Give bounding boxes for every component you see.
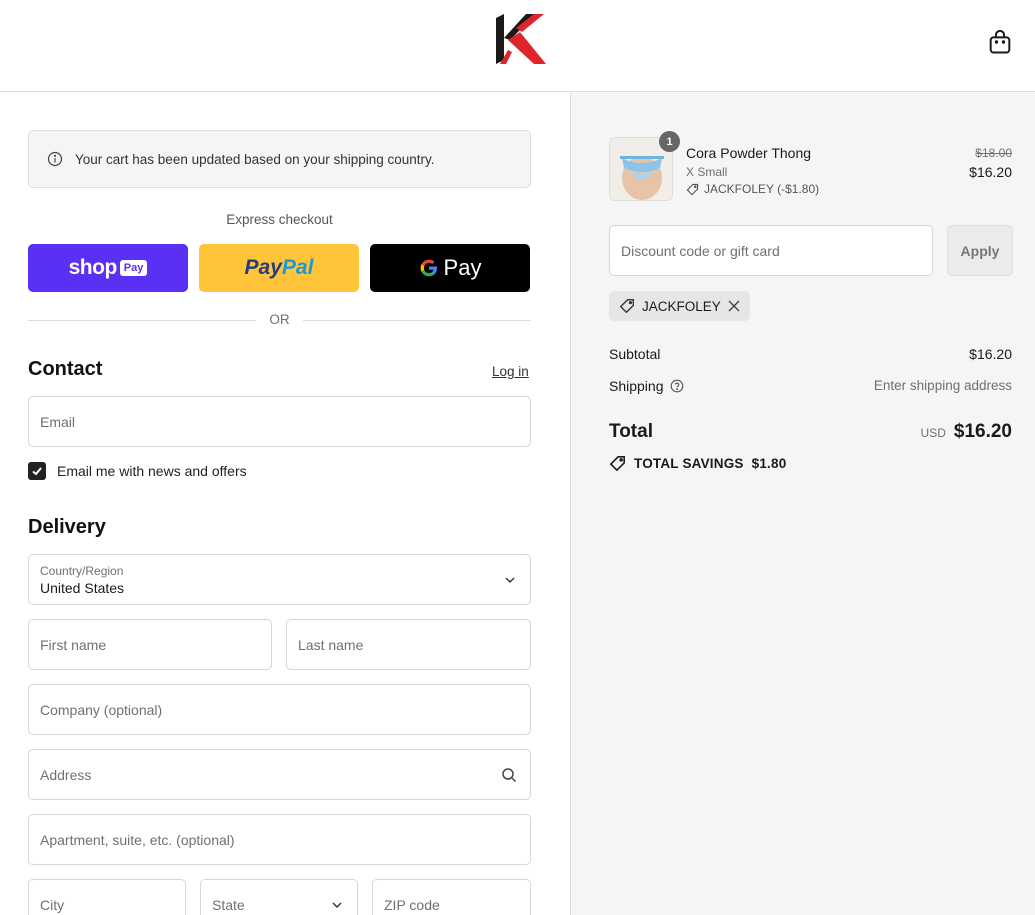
total-value: USD $16.20 bbox=[921, 421, 1012, 443]
product-discount: JACKFOLEY (-$1.80) bbox=[686, 182, 819, 196]
express-checkout-label: Express checkout bbox=[226, 212, 333, 227]
total-amount: $16.20 bbox=[953, 421, 1012, 442]
shop-pay-wordmark: shop bbox=[68, 256, 118, 279]
header bbox=[0, 0, 1035, 92]
quantity-badge: 1 bbox=[659, 131, 680, 152]
banner-text: Your cart has been updated based on your… bbox=[75, 151, 435, 167]
brand-logo-icon[interactable] bbox=[490, 10, 548, 68]
applied-code-chip: JACKFOLEY bbox=[609, 291, 750, 321]
newsletter-label: Email me with news and offers bbox=[57, 463, 247, 479]
discount-code-input[interactable] bbox=[621, 242, 932, 259]
total-savings: TOTAL SAVINGS $1.80 bbox=[609, 455, 786, 472]
company-field[interactable] bbox=[28, 684, 531, 735]
checkmark-icon bbox=[32, 467, 42, 476]
discount-code-field[interactable] bbox=[609, 225, 933, 276]
newsletter-checkbox[interactable] bbox=[28, 462, 46, 480]
or-divider: OR bbox=[28, 310, 531, 330]
shipping-value: Enter shipping address bbox=[873, 378, 1012, 393]
delivery-heading: Delivery bbox=[28, 516, 106, 538]
total-label: Total bbox=[609, 421, 653, 442]
tag-icon bbox=[686, 183, 699, 195]
order-summary: 1 Cora Powder Thong X Small JACKFOLEY (-… bbox=[570, 92, 1035, 915]
country-select[interactable]: Country/Region United States bbox=[28, 554, 531, 605]
shop-pay-badge: Pay bbox=[119, 260, 148, 276]
google-pay-button[interactable]: Pay bbox=[370, 244, 530, 292]
address-input[interactable] bbox=[40, 766, 530, 783]
or-text: OR bbox=[269, 312, 290, 327]
company-input[interactable] bbox=[40, 701, 530, 718]
applied-code-label: JACKFOLEY bbox=[642, 298, 721, 314]
zip-input[interactable] bbox=[384, 896, 530, 913]
info-icon bbox=[47, 151, 63, 167]
zip-field[interactable] bbox=[372, 879, 531, 915]
shipping-label: Shipping bbox=[609, 378, 664, 394]
city-input[interactable] bbox=[40, 896, 185, 913]
google-pay-label: Pay bbox=[443, 255, 482, 280]
address-field[interactable] bbox=[28, 749, 531, 800]
apply-button[interactable]: Apply bbox=[947, 225, 1013, 276]
cart-updated-banner: Your cart has been updated based on your… bbox=[28, 130, 531, 188]
newsletter-checkbox-row[interactable]: Email me with news and offers bbox=[28, 462, 247, 480]
contact-heading: Contact bbox=[28, 358, 103, 380]
state-label: State bbox=[212, 896, 245, 913]
state-select[interactable]: State bbox=[200, 879, 358, 915]
shipping-row: Shipping bbox=[609, 378, 684, 394]
shopping-bag-icon[interactable] bbox=[986, 28, 1014, 56]
remove-code-button[interactable] bbox=[728, 300, 740, 312]
paypal-button[interactable]: PayPal bbox=[199, 244, 359, 292]
close-icon bbox=[728, 300, 740, 312]
apartment-field[interactable] bbox=[28, 814, 531, 865]
country-label: Country/Region bbox=[40, 563, 124, 578]
search-icon[interactable] bbox=[501, 767, 517, 783]
city-field[interactable] bbox=[28, 879, 186, 915]
product-variant: X Small bbox=[686, 165, 728, 179]
original-price: $18.00 bbox=[975, 146, 1012, 160]
paypal-wordmark: PayPal bbox=[244, 256, 314, 279]
chevron-down-icon bbox=[505, 577, 515, 583]
first-name-field[interactable] bbox=[28, 619, 272, 670]
checkout-form: Your cart has been updated based on your… bbox=[0, 92, 570, 915]
subtotal-label: Subtotal bbox=[609, 346, 661, 362]
savings-value: $1.80 bbox=[751, 456, 787, 471]
apartment-input[interactable] bbox=[40, 831, 530, 848]
tag-icon bbox=[609, 456, 625, 472]
email-input[interactable] bbox=[40, 413, 530, 430]
help-icon[interactable] bbox=[670, 379, 684, 393]
tag-icon bbox=[619, 299, 634, 314]
product-discount-text: JACKFOLEY (-$1.80) bbox=[704, 182, 820, 196]
shop-pay-button[interactable]: shop Pay bbox=[28, 244, 188, 292]
last-name-input[interactable] bbox=[298, 636, 530, 653]
subtotal-value: $16.20 bbox=[969, 346, 1012, 362]
log-in-link[interactable]: Log in bbox=[492, 364, 529, 379]
google-pay-wordmark: Pay bbox=[419, 255, 482, 281]
currency-code: USD bbox=[920, 426, 946, 440]
last-name-field[interactable] bbox=[286, 619, 531, 670]
google-g-icon bbox=[420, 259, 437, 277]
first-name-input[interactable] bbox=[40, 636, 271, 653]
chevron-down-icon bbox=[332, 902, 342, 908]
final-price: $16.20 bbox=[969, 164, 1012, 180]
country-value: United States bbox=[40, 579, 125, 596]
product-name: Cora Powder Thong bbox=[686, 145, 812, 161]
savings-label: TOTAL SAVINGS bbox=[634, 456, 744, 471]
email-field[interactable] bbox=[28, 396, 531, 447]
